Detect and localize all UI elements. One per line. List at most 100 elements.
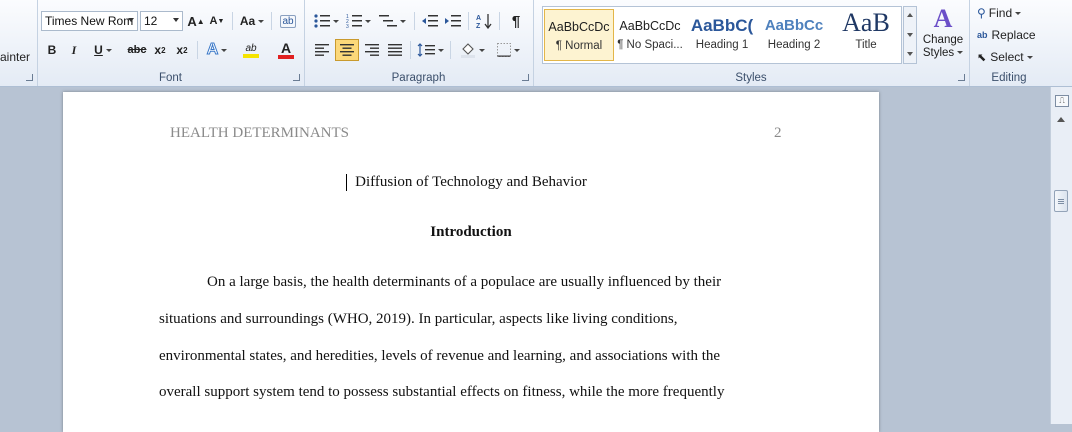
highlight-color-bar [243, 53, 259, 58]
style-title-name: Title [855, 39, 877, 51]
style-normal[interactable]: AaBbCcDc ¶ Normal [544, 9, 614, 61]
style-no-spacing-name: ¶ No Spaci... [617, 39, 683, 51]
sort-icon: AZ [476, 14, 492, 29]
align-right-icon [365, 44, 379, 56]
replace-button[interactable]: ab Replace [977, 25, 1047, 45]
vertical-scrollbar[interactable]: ⎍ [1050, 87, 1072, 424]
bullets-icon [313, 14, 330, 28]
align-center-icon [340, 44, 354, 56]
borders-button[interactable] [492, 40, 524, 60]
change-case-button[interactable]: Aa [237, 11, 267, 31]
increase-indent-button[interactable] [443, 11, 463, 31]
decrease-indent-icon [422, 15, 438, 27]
grow-font-button[interactable]: A ▲ [187, 11, 205, 31]
shrink-font-icon: A [209, 15, 218, 27]
body-line-1: On a large basis, the health determinant… [207, 274, 722, 290]
subscript-button[interactable]: x2 [151, 40, 169, 60]
body-line-3: environmental states, and heredities, le… [159, 348, 721, 364]
page-number: 2 [774, 125, 782, 141]
style-title[interactable]: AaB Title [831, 9, 901, 61]
body-line-4: overall support system tend to possess s… [159, 384, 725, 400]
change-styles-button[interactable]: A Change Styles [919, 4, 967, 68]
style-heading-1[interactable]: AaBbC( Heading 1 [687, 9, 757, 61]
align-left-button[interactable] [312, 40, 332, 60]
align-left-icon [315, 44, 329, 56]
font-color-icon: A [280, 39, 292, 56]
style-normal-name: ¶ Normal [555, 40, 603, 52]
bullets-button[interactable] [312, 11, 340, 31]
style-heading-2[interactable]: AaBbCc Heading 2 [759, 9, 829, 61]
multilevel-list-button[interactable] [376, 11, 408, 31]
font-group: Times New Rom 12 A ▲ A ▼ Aa ab B I U abc… [37, 0, 305, 86]
style-normal-sample: AaBbCcDc [548, 20, 610, 34]
font-size-combo[interactable]: 12 [140, 11, 183, 31]
document-page[interactable]: HEALTH DETERMINANTS 2 Diffusion of Techn… [63, 92, 879, 432]
shading-button[interactable] [456, 40, 488, 60]
paragraph-group: 123 AZ ¶ Paragraph [304, 0, 534, 86]
ruler-toggle-icon[interactable]: ⎍ [1055, 95, 1069, 107]
text-effects-button[interactable]: A [203, 40, 231, 60]
select-button[interactable]: ⬉ Select [977, 47, 1045, 67]
select-label: Select [990, 50, 1024, 64]
shading-bucket-icon [460, 43, 475, 58]
body-line-2: situations and surroundings (WHO, 2019).… [159, 311, 678, 327]
paragraph-group-label: Paragraph [391, 72, 446, 84]
section-heading: Introduction [430, 224, 512, 240]
font-name-combo[interactable]: Times New Rom [41, 11, 138, 31]
gallery-more-icon[interactable] [907, 52, 913, 56]
change-styles-icon: A [933, 4, 953, 33]
line-spacing-button[interactable] [415, 40, 445, 60]
bold-button[interactable]: B [43, 40, 61, 60]
change-styles-label-2: Styles [922, 47, 955, 59]
font-color-button[interactable]: A [271, 40, 301, 60]
font-size-value: 12 [144, 14, 158, 28]
styles-launcher-icon[interactable] [958, 74, 965, 81]
font-launcher-icon[interactable] [293, 74, 300, 81]
sort-button[interactable]: AZ [474, 11, 494, 31]
show-hide-button[interactable]: ¶ [506, 11, 526, 31]
increase-indent-icon [445, 15, 461, 27]
gallery-up-icon[interactable] [907, 13, 913, 17]
ribbon-right-edge [1049, 0, 1072, 86]
style-heading-2-sample: AaBbCc [764, 17, 824, 34]
font-name-dropdown-icon[interactable] [128, 18, 134, 22]
ribbon: ainter Times New Rom 12 A▲ A▼ Aa ab B [0, 0, 1072, 87]
find-icon: ⚲ [977, 6, 986, 20]
find-button[interactable]: ⚲ Find [977, 3, 1037, 23]
highlight-button[interactable]: ab [235, 40, 267, 60]
justify-button[interactable] [385, 40, 405, 60]
editing-group-label: Editing [991, 72, 1027, 84]
svg-text:A: A [476, 15, 481, 22]
underline-button[interactable]: U [89, 40, 117, 60]
justify-icon [388, 44, 402, 56]
clear-formatting-button[interactable]: ab [277, 11, 299, 31]
italic-button[interactable]: I [65, 40, 83, 60]
styles-gallery: AaBbCcDc ¶ Normal AaBbCcDc ¶ No Spaci...… [542, 6, 902, 64]
strikethrough-button[interactable]: abc [125, 40, 149, 60]
style-no-spacing[interactable]: AaBbCcDc ¶ No Spaci... [615, 9, 685, 61]
change-case-icon: Aa [239, 14, 256, 28]
numbering-icon: 123 [346, 14, 362, 28]
styles-gallery-scroll[interactable] [903, 6, 917, 64]
font-size-dropdown-icon[interactable] [173, 18, 179, 22]
font-color-bar [278, 54, 294, 59]
format-painter-button[interactable]: ainter [0, 47, 34, 67]
strikethrough-icon: abc [127, 44, 147, 56]
numbering-button[interactable]: 123 [344, 11, 372, 31]
italic-icon: I [71, 42, 77, 57]
style-title-sample: AaB [842, 9, 890, 37]
gallery-down-icon[interactable] [907, 33, 913, 37]
scroll-up-icon[interactable] [1057, 117, 1065, 122]
clipboard-launcher-icon[interactable] [26, 74, 33, 81]
svg-text:3: 3 [346, 24, 349, 28]
paragraph-launcher-icon[interactable] [522, 74, 529, 81]
align-center-button[interactable] [335, 39, 359, 61]
superscript-button[interactable]: x2 [173, 40, 191, 60]
shrink-font-button[interactable]: A ▼ [208, 11, 226, 31]
align-right-button[interactable] [362, 40, 382, 60]
bold-icon: B [47, 43, 57, 57]
grow-font-icon: A [187, 13, 197, 29]
scroll-thumb[interactable] [1054, 190, 1068, 212]
decrease-indent-button[interactable] [420, 11, 440, 31]
select-cursor-icon: ⬉ [977, 51, 987, 64]
